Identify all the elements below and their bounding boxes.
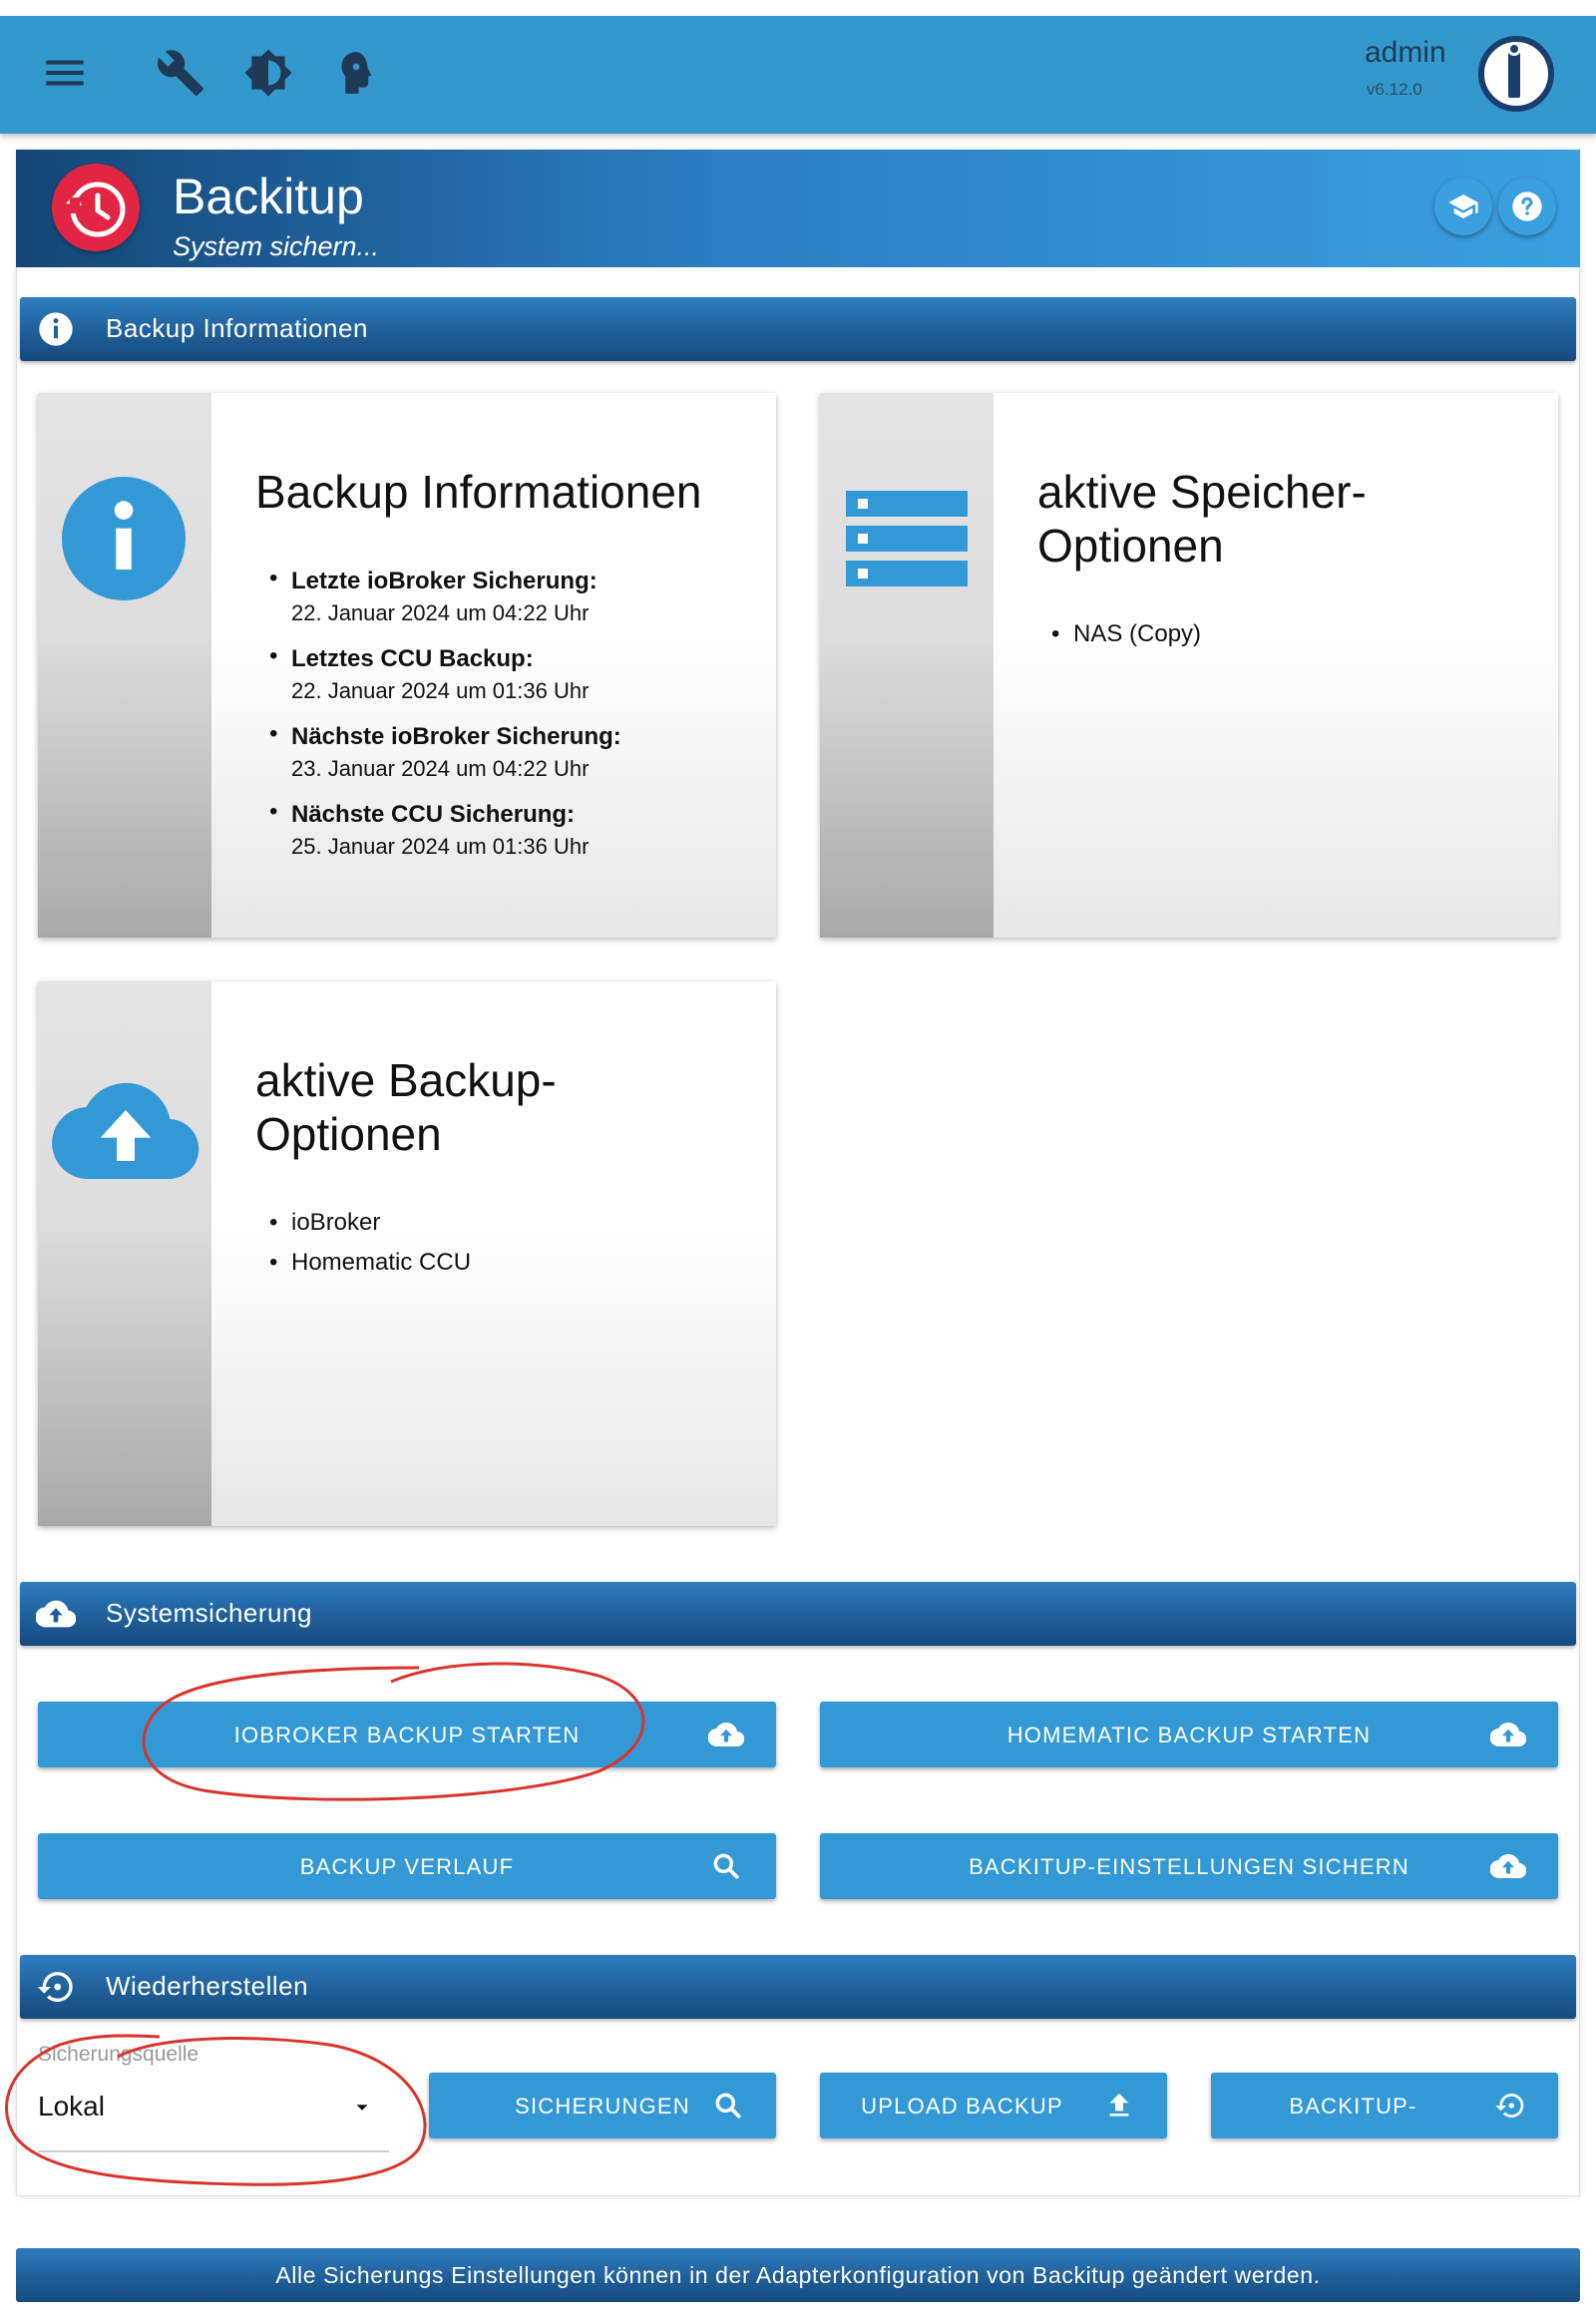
save-backitup-settings-button[interactable]: BACKITUP-EINSTELLUNGEN SICHERN (820, 1833, 1558, 1899)
backup-info-list: Letzte ioBroker Sicherung: 22. Januar 20… (269, 565, 621, 876)
card-title: aktive Speicher-Optionen (1037, 466, 1367, 572)
restore-icon (1495, 2094, 1524, 2118)
backup-options-list: ioBroker Homematic CCU (269, 1203, 471, 1283)
list-item: Nächste ioBroker Sicherung: 23. Januar 2… (269, 720, 621, 784)
help-icon (1512, 192, 1542, 221)
last-ccu-backup-value: 22. Januar 2024 um 01:36 Uhr (291, 678, 590, 703)
button-label: BACKUP VERLAUF (299, 1854, 515, 1879)
section-label: Wiederherstellen (106, 1971, 309, 2001)
button-label: UPLOAD BACKUP (861, 2094, 1063, 2119)
list-item: Homematic CCU (269, 1243, 471, 1283)
menu-icon[interactable] (40, 48, 90, 98)
cloud-upload-icon (52, 1082, 200, 1180)
list-item: Letztes CCU Backup: 22. Januar 2024 um 0… (269, 642, 621, 706)
card-backup-information: Backup Informationen Letzte ioBroker Sic… (38, 393, 776, 938)
next-ccu-backup-value: 25. Januar 2024 um 01:36 Uhr (291, 834, 590, 859)
list-item: Nächste CCU Sicherung: 25. Januar 2024 u… (269, 798, 621, 862)
help-button[interactable] (1498, 178, 1556, 235)
chevron-down-icon (356, 2105, 368, 2111)
backup-source-select[interactable]: Sicherungsquelle Lokal (38, 2039, 389, 2152)
last-iobroker-backup-value: 22. Januar 2024 um 04:22 Uhr (291, 600, 590, 625)
backitup-restore-button[interactable]: BACKITUP- (1211, 2073, 1558, 2138)
info-icon (62, 477, 186, 600)
backup-source-label: Sicherungsquelle (38, 2043, 200, 2066)
adapter-header: Backitup System sichern... (16, 150, 1580, 267)
upload-icon (1109, 2094, 1129, 2117)
restore-icon (37, 1972, 73, 2002)
search-icon (713, 1853, 739, 1879)
card-backup-options: aktive Backup-Optionen ioBroker Homemati… (38, 981, 776, 1526)
iobroker-backup-start-button[interactable]: IOBROKER BACKUP STARTEN (38, 1702, 776, 1767)
last-ccu-backup-label: Letztes CCU Backup: (291, 645, 534, 672)
next-iobroker-backup-label: Nächste ioBroker Sicherung: (291, 723, 621, 750)
card-title: aktive Backup-Optionen (255, 1054, 557, 1160)
list-item: ioBroker (269, 1203, 471, 1243)
next-iobroker-backup-value: 23. Januar 2024 um 04:22 Uhr (291, 756, 590, 781)
button-label: IOBROKER BACKUP STARTEN (233, 1723, 581, 1747)
backups-button[interactable]: SICHERUNGEN (429, 2073, 776, 2138)
upload-backup-button[interactable]: UPLOAD BACKUP (820, 2073, 1167, 2138)
button-label: HOMEMATIC BACKUP STARTEN (1006, 1723, 1372, 1747)
cloud-upload-icon (1490, 1854, 1526, 1879)
documentation-button[interactable] (1434, 178, 1492, 235)
brightness-icon[interactable] (243, 48, 293, 98)
search-icon (715, 2093, 741, 2119)
wrench-icon[interactable] (156, 48, 205, 98)
section-restore: Wiederherstellen (20, 1955, 1576, 2019)
adapter-title: Backitup (173, 169, 364, 224)
app-bar: admin v6.12.0 (0, 16, 1596, 134)
backitup-logo-icon (52, 164, 140, 251)
list-item: NAS (Copy) (1051, 614, 1201, 654)
iobroker-logo-icon[interactable] (1478, 36, 1554, 112)
next-ccu-backup-label: Nächste CCU Sicherung: (291, 801, 576, 828)
card-title: Backup Informationen (255, 466, 702, 518)
adapter-subtitle: System sichern... (173, 231, 380, 261)
expert-mode-icon[interactable] (329, 48, 379, 98)
cloud-upload-icon (36, 1600, 76, 1628)
info-icon (39, 312, 73, 346)
storage-icon (846, 491, 968, 586)
footer-notice: Alle Sicherungs Einstellungen können in … (16, 2248, 1580, 2302)
user-name[interactable]: admin (1365, 36, 1446, 70)
list-item: Letzte ioBroker Sicherung: 22. Januar 20… (269, 565, 621, 628)
section-label: Systemsicherung (106, 1598, 312, 1628)
version-label: v6.12.0 (1367, 80, 1422, 99)
footer-text: Alle Sicherungs Einstellungen können in … (275, 2262, 1321, 2288)
cloud-upload-icon (708, 1723, 744, 1747)
backup-source-value: Lokal (38, 2091, 105, 2122)
button-label: BACKITUP- (1289, 2094, 1417, 2119)
homematic-backup-start-button[interactable]: HOMEMATIC BACKUP STARTEN (820, 1702, 1558, 1767)
graduation-cap-icon (1448, 194, 1478, 218)
section-system-backup: Systemsicherung (20, 1582, 1576, 1646)
last-iobroker-backup-label: Letzte ioBroker Sicherung: (291, 568, 598, 594)
section-backup-info: Backup Informationen (20, 297, 1576, 361)
section-label: Backup Informationen (106, 313, 368, 343)
cloud-upload-icon (1490, 1723, 1526, 1747)
button-label: BACKITUP-EINSTELLUNGEN SICHERN (969, 1854, 1409, 1879)
backup-history-button[interactable]: BACKUP VERLAUF (38, 1833, 776, 1899)
card-storage-options: aktive Speicher-Optionen NAS (Copy) (820, 393, 1558, 938)
storage-options-list: NAS (Copy) (1051, 614, 1201, 654)
